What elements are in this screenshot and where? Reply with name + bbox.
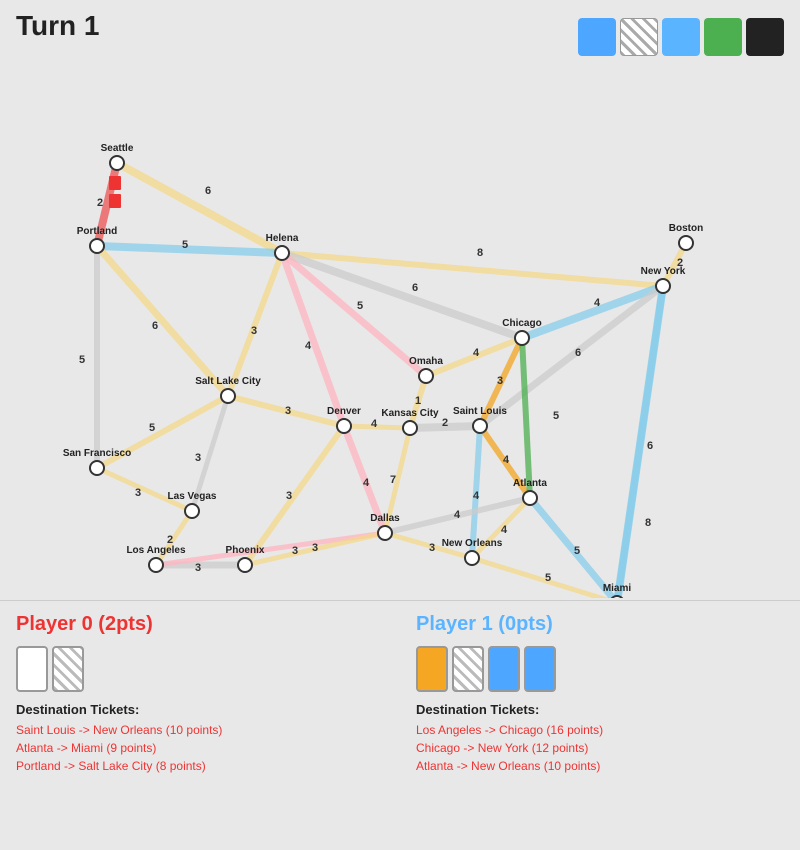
svg-text:5: 5 xyxy=(574,545,580,557)
player1-card-blue2 xyxy=(524,646,556,692)
svg-text:Boston: Boston xyxy=(669,223,703,234)
svg-text:Portland: Portland xyxy=(77,226,118,237)
svg-text:5: 5 xyxy=(182,239,188,251)
svg-text:4: 4 xyxy=(501,524,508,536)
svg-text:4: 4 xyxy=(454,509,461,521)
svg-text:Saint Louis: Saint Louis xyxy=(453,406,507,417)
player1-card-blue1 xyxy=(488,646,520,692)
svg-text:4: 4 xyxy=(363,477,370,489)
svg-text:3: 3 xyxy=(497,375,503,387)
svg-text:6: 6 xyxy=(205,185,211,197)
player0-title: Player 0 (2pts) xyxy=(16,613,384,636)
svg-text:3: 3 xyxy=(195,452,201,464)
player1-ticket-1: Los Angeles -> Chicago (16 points) xyxy=(416,721,784,739)
svg-text:3: 3 xyxy=(285,405,291,417)
player1-card-orange xyxy=(416,646,448,692)
player1-section: Player 1 (0pts) Destination Tickets: Los… xyxy=(400,601,800,787)
svg-text:3: 3 xyxy=(251,325,257,337)
svg-text:5: 5 xyxy=(553,410,559,422)
svg-text:Denver: Denver xyxy=(327,406,361,417)
svg-text:3: 3 xyxy=(195,562,201,574)
svg-text:5: 5 xyxy=(79,354,85,366)
player0-section: Player 0 (2pts) Destination Tickets: Sai… xyxy=(0,601,400,787)
bottom-area: Player 0 (2pts) Destination Tickets: Sai… xyxy=(0,600,800,850)
player1-ticket-3: Atlanta -> New Orleans (10 points) xyxy=(416,757,784,775)
svg-text:2: 2 xyxy=(442,417,448,429)
svg-text:Chicago: Chicago xyxy=(502,318,541,329)
svg-text:8: 8 xyxy=(645,517,651,529)
svg-text:Dallas: Dallas xyxy=(370,513,400,524)
legend-green xyxy=(704,18,742,56)
svg-text:6: 6 xyxy=(412,282,418,294)
svg-text:New Orleans: New Orleans xyxy=(442,538,503,549)
map-svg: 265658654324664333514243443233334455758S… xyxy=(0,68,800,598)
svg-text:Seattle: Seattle xyxy=(101,143,134,154)
player1-dest-title: Destination Tickets: xyxy=(416,702,784,717)
svg-text:Helena: Helena xyxy=(266,233,299,244)
player1-ticket-2: Chicago -> New York (12 points) xyxy=(416,739,784,757)
legend-solid-blue xyxy=(578,18,616,56)
map-area: 265658654324664333514243443233334455758S… xyxy=(0,68,800,598)
page-title: Turn 1 xyxy=(16,10,99,42)
svg-text:6: 6 xyxy=(647,440,653,452)
svg-text:Phoenix: Phoenix xyxy=(226,545,265,556)
svg-text:8: 8 xyxy=(477,247,483,259)
svg-text:4: 4 xyxy=(503,454,510,466)
legend-area xyxy=(578,18,784,56)
player1-title: Player 1 (0pts) xyxy=(416,613,784,636)
svg-text:3: 3 xyxy=(286,490,292,502)
player0-dest-title: Destination Tickets: xyxy=(16,702,384,717)
player0-ticket-1: Saint Louis -> New Orleans (10 points) xyxy=(16,721,384,739)
svg-text:3: 3 xyxy=(312,542,318,554)
svg-text:San Francisco: San Francisco xyxy=(63,448,131,459)
legend-hatched xyxy=(620,18,658,56)
svg-text:4: 4 xyxy=(473,490,480,502)
svg-text:Las Vegas: Las Vegas xyxy=(168,491,217,502)
legend-black xyxy=(746,18,784,56)
player0-cards xyxy=(16,646,384,692)
svg-text:Los Angeles: Los Angeles xyxy=(126,545,186,556)
svg-text:Kansas City: Kansas City xyxy=(381,408,439,419)
svg-text:5: 5 xyxy=(149,422,155,434)
svg-text:4: 4 xyxy=(473,347,480,359)
player0-card-white xyxy=(16,646,48,692)
svg-text:7: 7 xyxy=(390,474,396,486)
svg-text:Omaha: Omaha xyxy=(409,356,443,367)
svg-text:Atlanta: Atlanta xyxy=(513,478,547,489)
svg-text:4: 4 xyxy=(305,340,312,352)
legend-blue2 xyxy=(662,18,700,56)
svg-text:3: 3 xyxy=(135,487,141,499)
svg-text:6: 6 xyxy=(575,347,581,359)
svg-text:5: 5 xyxy=(357,300,363,312)
player0-ticket-2: Atlanta -> Miami (9 points) xyxy=(16,739,384,757)
svg-text:New York: New York xyxy=(641,266,686,277)
svg-text:2: 2 xyxy=(97,197,103,209)
svg-text:Miami: Miami xyxy=(603,583,632,594)
svg-text:6: 6 xyxy=(152,320,158,332)
svg-text:1: 1 xyxy=(415,395,421,407)
svg-text:3: 3 xyxy=(292,545,298,557)
svg-text:4: 4 xyxy=(371,418,378,430)
svg-text:Salt Lake City: Salt Lake City xyxy=(195,376,261,387)
player0-ticket-3: Portland -> Salt Lake City (8 points) xyxy=(16,757,384,775)
player1-cards xyxy=(416,646,784,692)
svg-text:3: 3 xyxy=(429,542,435,554)
svg-text:5: 5 xyxy=(545,572,551,584)
player0-card-hatched xyxy=(52,646,84,692)
svg-text:4: 4 xyxy=(594,297,601,309)
player1-card-hatched xyxy=(452,646,484,692)
